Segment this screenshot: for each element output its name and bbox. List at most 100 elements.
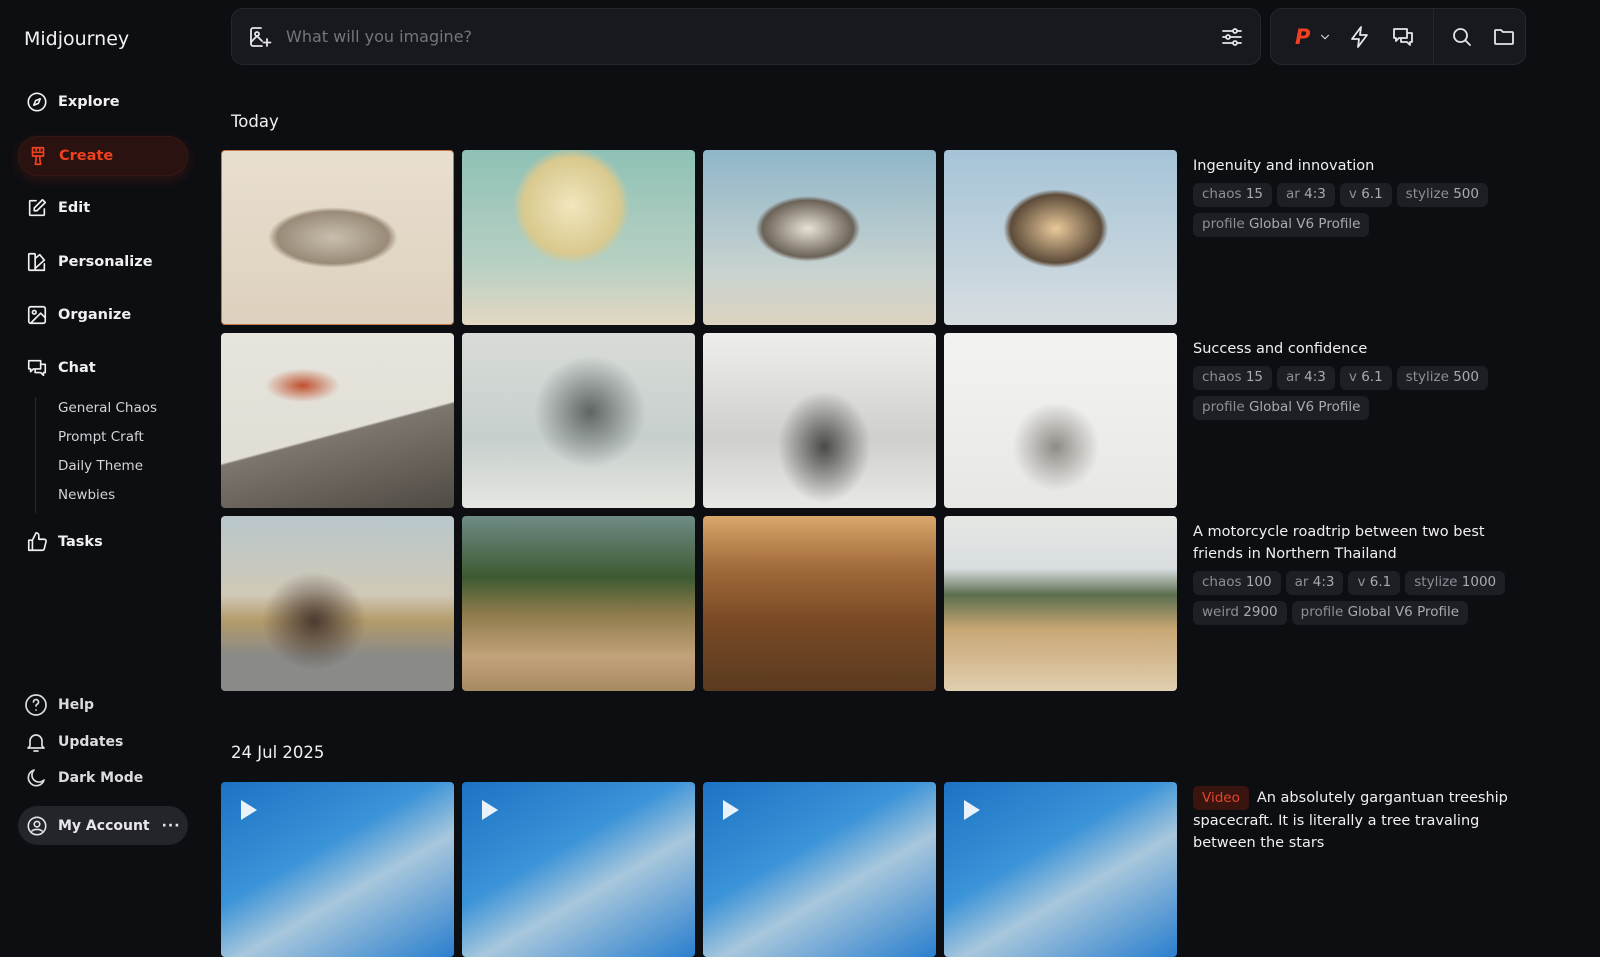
sidebar-item-label: Tasks <box>58 534 103 550</box>
param-chip[interactable]: chaos 15 <box>1193 366 1273 390</box>
generated-image[interactable] <box>944 516 1177 691</box>
video-thumbnail[interactable] <box>462 782 695 957</box>
chat-room-general-chaos[interactable]: General Chaos <box>58 397 157 426</box>
param-chip[interactable]: ar 4:3 <box>1277 183 1335 207</box>
param-chip[interactable]: weird 2900 <box>1193 601 1287 625</box>
chat-room-daily-theme[interactable]: Daily Theme <box>58 455 157 484</box>
section-heading-date: 24 Jul 2025 <box>231 743 325 762</box>
lightning-icon[interactable] <box>1348 25 1372 49</box>
sidebar-item-label: Create <box>59 148 114 164</box>
video-thumbnail[interactable] <box>703 782 936 957</box>
param-chip[interactable]: profile Global V6 Profile <box>1291 601 1469 625</box>
chat-icon <box>27 359 47 377</box>
sidebar-item-label: Personalize <box>58 254 153 270</box>
prompt-input[interactable] <box>286 27 1220 46</box>
edit-icon <box>28 198 47 217</box>
updates-label: Updates <box>58 734 124 750</box>
more-icon[interactable]: ··· <box>162 818 181 834</box>
chat-icon[interactable] <box>1391 25 1415 49</box>
param-chip[interactable]: stylize 500 <box>1396 183 1488 207</box>
prompt-info: A motorcycle roadtrip between two best f… <box>1193 521 1538 625</box>
help-link[interactable]: Help <box>24 693 94 717</box>
prompt-info: Success and confidence chaos 15 ar 4:3 v… <box>1193 338 1538 420</box>
prompt-bar <box>231 8 1261 65</box>
user-circle-icon <box>27 816 47 835</box>
video-thumbnail[interactable] <box>221 782 454 957</box>
play-icon[interactable] <box>723 800 739 820</box>
sidebar-item-label: Chat <box>58 360 96 376</box>
parameter-chips: chaos 100 ar 4:3 v 6.1 stylize 1000 weir… <box>1193 571 1538 625</box>
prompt-info: Video An absolutely gargantuan treeship s… <box>1193 786 1538 860</box>
search-icon[interactable] <box>1450 25 1474 49</box>
generated-image[interactable] <box>462 150 695 325</box>
param-chip[interactable]: chaos 100 <box>1193 571 1281 595</box>
generated-image[interactable] <box>944 333 1177 508</box>
chat-room-newbies[interactable]: Newbies <box>58 484 157 513</box>
sidebar-item-organize[interactable]: Organize <box>18 295 188 335</box>
param-chip[interactable]: profile Global V6 Profile <box>1193 396 1370 420</box>
sidebar: Midjourney Explore Create Edit Personali… <box>0 0 210 884</box>
prompt-text[interactable]: Ingenuity and innovation <box>1193 155 1538 177</box>
personalization-profile-button[interactable]: P <box>1295 25 1310 49</box>
moon-icon <box>27 769 45 787</box>
help-label: Help <box>58 697 95 713</box>
help-icon <box>25 694 47 716</box>
chevron-down-icon[interactable] <box>1318 25 1332 49</box>
param-chip[interactable]: ar 4:3 <box>1285 571 1344 595</box>
add-image-icon[interactable] <box>248 25 272 49</box>
section-heading-today: Today <box>231 112 279 131</box>
prompt-text[interactable]: Success and confidence <box>1193 338 1538 360</box>
param-chip[interactable]: stylize 500 <box>1396 366 1488 390</box>
sidebar-item-edit[interactable]: Edit <box>18 188 188 228</box>
video-badge: Video <box>1193 786 1249 810</box>
param-chip[interactable]: v 6.1 <box>1339 183 1392 207</box>
generated-image[interactable] <box>944 150 1177 325</box>
paintbrush-icon <box>31 146 45 166</box>
dark-mode-label: Dark Mode <box>58 770 144 786</box>
prompt-text[interactable]: Video An absolutely gargantuan treeship s… <box>1193 786 1538 854</box>
generated-image[interactable] <box>462 333 695 508</box>
sidebar-item-personalize[interactable]: Personalize <box>18 242 188 282</box>
video-thumbnail[interactable] <box>944 782 1177 957</box>
sidebar-item-chat[interactable]: Chat <box>18 348 188 388</box>
image-icon <box>27 305 47 325</box>
parameter-chips: chaos 15 ar 4:3 v 6.1 stylize 500 profil… <box>1193 366 1538 420</box>
play-icon[interactable] <box>241 800 257 820</box>
param-chip[interactable]: chaos 15 <box>1193 183 1273 207</box>
my-account-button[interactable]: My Account ··· <box>18 806 188 845</box>
generated-image[interactable] <box>221 150 454 325</box>
play-icon[interactable] <box>482 800 498 820</box>
param-chip[interactable]: profile Global V6 Profile <box>1193 213 1370 237</box>
chat-room-list: General Chaos Prompt Craft Daily Theme N… <box>35 397 157 513</box>
sidebar-item-label: Edit <box>58 200 91 216</box>
sidebar-item-label: Organize <box>58 307 132 323</box>
dark-mode-toggle[interactable]: Dark Mode <box>24 766 143 790</box>
param-chip[interactable]: v 6.1 <box>1348 571 1401 595</box>
chat-room-prompt-craft[interactable]: Prompt Craft <box>58 426 157 455</box>
generated-image[interactable] <box>462 516 695 691</box>
folder-icon[interactable] <box>1492 25 1516 49</box>
sidebar-item-tasks[interactable]: Tasks <box>18 522 188 562</box>
generated-image[interactable] <box>703 333 936 508</box>
bell-icon <box>27 734 45 752</box>
generated-image[interactable] <box>221 333 454 508</box>
param-chip[interactable]: ar 4:3 <box>1277 366 1335 390</box>
generated-image[interactable] <box>703 516 936 691</box>
param-chip[interactable]: v 6.1 <box>1339 366 1392 390</box>
sidebar-item-explore[interactable]: Explore <box>18 82 188 122</box>
sidebar-item-label: Explore <box>58 94 120 110</box>
generated-image[interactable] <box>221 516 454 691</box>
updates-link[interactable]: Updates <box>24 730 123 754</box>
app-logo[interactable]: Midjourney <box>24 28 129 50</box>
swatch-icon <box>27 252 46 272</box>
parameter-chips: chaos 15 ar 4:3 v 6.1 stylize 500 profil… <box>1193 183 1538 237</box>
top-toolbar: P <box>1270 8 1526 65</box>
prompt-text[interactable]: A motorcycle roadtrip between two best f… <box>1193 521 1538 565</box>
param-chip[interactable]: stylize 1000 <box>1405 571 1506 595</box>
thumbs-up-icon <box>27 532 47 552</box>
play-icon[interactable] <box>964 800 980 820</box>
toolbar-divider <box>1433 8 1435 65</box>
generated-image[interactable] <box>703 150 936 325</box>
settings-sliders-icon[interactable] <box>1220 25 1244 49</box>
sidebar-item-create[interactable]: Create <box>18 136 188 176</box>
